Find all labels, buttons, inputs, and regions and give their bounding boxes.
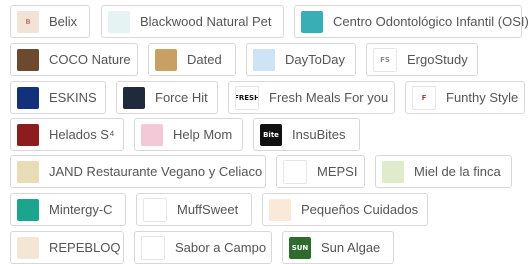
brand-chip-eskins[interactable]: ESKINS xyxy=(10,81,106,114)
brand-chip-repebloq[interactable]: REPEBLOQ xyxy=(10,231,124,264)
funthy-logo-icon: F xyxy=(412,85,436,110)
jand-logo-icon xyxy=(17,160,39,183)
pequenos-logo-icon xyxy=(269,198,291,221)
brand-chip-helpmom[interactable]: Help Mom xyxy=(134,118,243,151)
brand-chip-dated[interactable]: Dated xyxy=(148,43,236,76)
brand-label: Centro Odontológico Infantil (OSI) xyxy=(333,14,529,29)
brand-label: REPEBLOQ xyxy=(49,240,121,255)
insubites-logo-icon: Bite xyxy=(260,123,282,146)
miel-logo-icon xyxy=(382,160,404,183)
sabor-logo-icon xyxy=(141,235,165,260)
brand-label: Force Hit xyxy=(155,90,208,105)
brand-chip-mintergy[interactable]: Mintergy-C xyxy=(10,193,126,226)
brand-chip-funthy[interactable]: F Funthy Style xyxy=(405,81,525,114)
helpmom-logo-icon xyxy=(141,123,163,146)
brand-label: Funthy Style xyxy=(446,90,519,105)
brand-label: COCO Nature xyxy=(49,52,131,67)
brand-chip-pequenos[interactable]: Pequeños Cuidados xyxy=(262,193,428,226)
brand-label: InsuBites xyxy=(292,127,346,142)
coco-logo-icon xyxy=(17,48,39,71)
brand-label: ESKINS xyxy=(49,90,97,105)
brand-chip-blackwood[interactable]: Blackwood Natural Pet xyxy=(101,5,284,38)
muffsweet-logo-icon xyxy=(143,197,167,222)
ergostudy-logo-icon: FS xyxy=(373,47,397,72)
brand-label: Miel de la finca xyxy=(414,164,501,179)
eskins-logo-icon xyxy=(17,86,39,109)
brand-chip-centro[interactable]: Centro Odontológico Infantil (OSI) xyxy=(294,5,529,38)
brand-chip-miel[interactable]: Miel de la finca xyxy=(375,155,512,188)
repebloq-logo-icon xyxy=(17,236,39,259)
brand-label: DayToDay xyxy=(285,52,345,67)
brand-chip-list: B Belix Blackwood Natural Pet Centro Odo… xyxy=(0,0,532,264)
blackwood-logo-icon xyxy=(108,10,130,33)
brand-label: Belix xyxy=(49,14,78,29)
brand-label: Sun Algae xyxy=(321,240,381,255)
brand-label: Sabor a Campo xyxy=(175,240,267,255)
brand-chip-muffsweet[interactable]: MuffSweet xyxy=(136,193,252,226)
brand-chip-daytoday[interactable]: DayToDay xyxy=(246,43,356,76)
brand-label: MuffSweet xyxy=(177,202,239,217)
brand-chip-coco[interactable]: COCO Nature xyxy=(10,43,138,76)
brand-label: JAND Restaurante Vegano y Celiaco xyxy=(49,164,263,179)
brand-chip-sunalgae[interactable]: SUN Sun Algae xyxy=(282,231,394,264)
brand-label: Pequeños Cuidados xyxy=(301,202,419,217)
belix-logo-icon: B xyxy=(17,10,39,33)
mintergy-logo-icon xyxy=(17,198,39,221)
brand-chip-belix[interactable]: B Belix xyxy=(10,5,90,38)
brand-label: Help Mom xyxy=(173,127,233,142)
brand-label: Dated xyxy=(187,52,222,67)
brand-chip-ergostudy[interactable]: FS ErgoStudy xyxy=(366,43,478,76)
brand-label: Fresh Meals For you xyxy=(269,90,389,105)
brand-chip-freshmeals[interactable]: FRESH Fresh Meals For you xyxy=(228,81,395,114)
freshmeals-logo-icon: FRESH xyxy=(235,85,259,110)
brand-label: ErgoStudy xyxy=(407,52,468,67)
brand-chip-helados[interactable]: Helados S⁴ xyxy=(10,118,124,151)
helados-logo-icon xyxy=(17,123,39,146)
daytoday-logo-icon xyxy=(253,48,275,71)
dated-logo-icon xyxy=(155,48,177,71)
brand-chip-sabor[interactable]: Sabor a Campo xyxy=(134,231,272,264)
brand-label: Mintergy-C xyxy=(49,202,113,217)
centro-logo-icon xyxy=(301,10,323,33)
mepsi-logo-icon xyxy=(283,159,307,184)
brand-label: MEPSI xyxy=(317,164,358,179)
brand-chip-mepsi[interactable]: MEPSI xyxy=(276,155,365,188)
brand-label: Blackwood Natural Pet xyxy=(140,14,272,29)
brand-chip-forcehit[interactable]: Force Hit xyxy=(116,81,218,114)
forcehit-logo-icon xyxy=(123,86,145,109)
brand-label: Helados S⁴ xyxy=(49,127,115,142)
sunalgae-logo-icon: SUN xyxy=(289,236,311,259)
brand-chip-jand[interactable]: JAND Restaurante Vegano y Celiaco xyxy=(10,155,266,188)
brand-chip-insubites[interactable]: Bite InsuBites xyxy=(253,118,360,151)
